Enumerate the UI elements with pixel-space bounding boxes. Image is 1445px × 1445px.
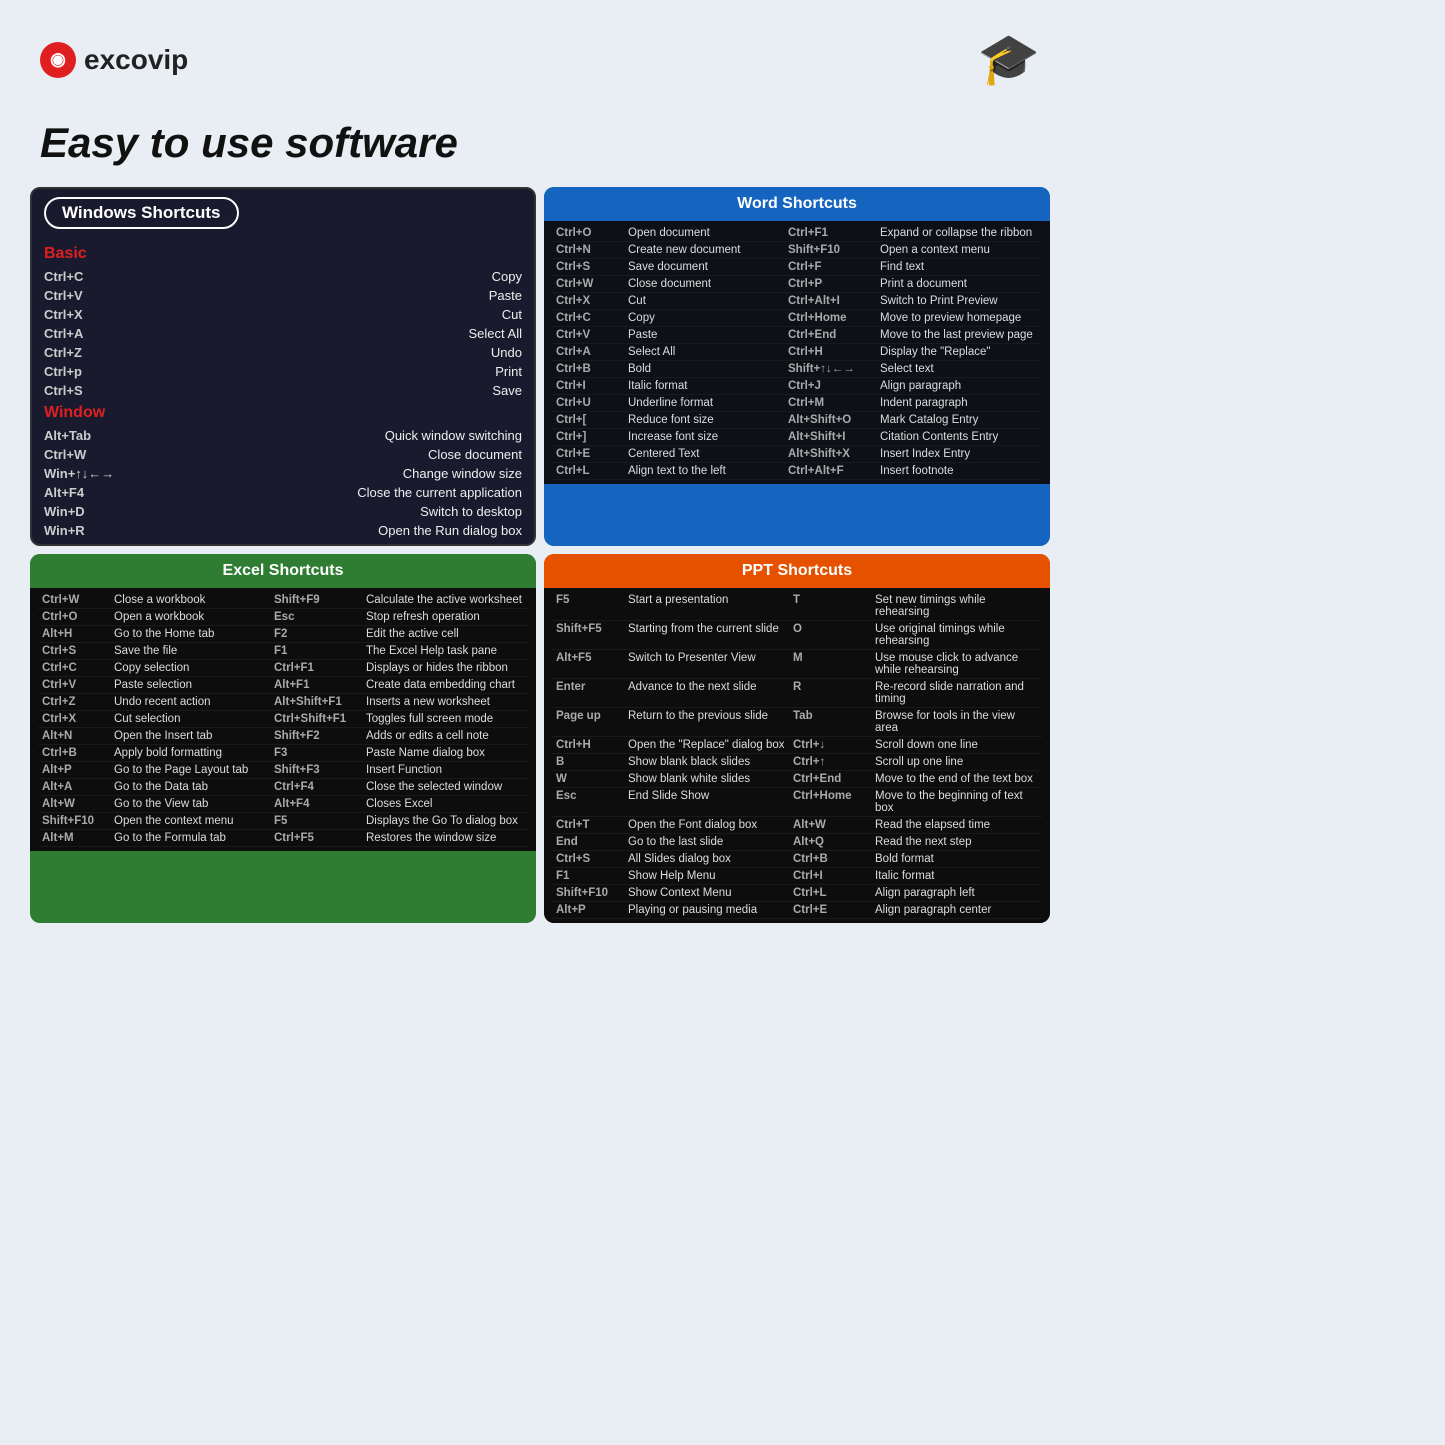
word-right-row: Ctrl+CCopyCtrl+HomeMove to preview homep… [552,310,1042,327]
excel-row: Alt+MGo to the Formula tabCtrl+F5Restore… [38,830,528,847]
ppt-row: Shift+F5Starting from the current slideO… [552,621,1042,650]
shortcut-row: Win+↑↓←→Change window size [32,464,534,483]
ppt-row: EscEnd Slide ShowCtrl+HomeMove to the be… [552,788,1042,817]
word-right-row: Ctrl+UUnderline formatCtrl+MIndent parag… [552,395,1042,412]
shortcut-row: Alt+TabQuick window switching [32,426,534,445]
ppt-row: Ctrl+TOpen the Font dialog boxAlt+WRead … [552,817,1042,834]
excel-row: Ctrl+OOpen a workbookEscStop refresh ope… [38,609,528,626]
word-right-row: Ctrl+BBoldShift+↑↓←→Select text [552,361,1042,378]
excel-panel: Excel Shortcuts Ctrl+WClose a workbookSh… [30,554,536,923]
ppt-row: EnterAdvance to the next slideRRe-record… [552,679,1042,708]
word-right-row: Ctrl+NCreate new documentShift+F10Open a… [552,242,1042,259]
shortcut-row: Win+DSwitch to desktop [32,502,534,521]
shortcut-row: Ctrl+ZUndo [32,343,534,362]
basic-section-header: Basic [32,241,534,267]
ppt-row: Alt+PPlaying or pausing mediaCtrl+EAlign… [552,902,1042,919]
shortcut-row: Ctrl+XCut [32,305,534,324]
tagline: Easy to use software [20,109,1060,187]
ppt-row: BShow blank black slidesCtrl+↑Scroll up … [552,754,1042,771]
word-right-row: Ctrl+LAlign text to the leftCtrl+Alt+FIn… [552,463,1042,480]
word-right-row: Ctrl+]Increase font sizeAlt+Shift+ICitat… [552,429,1042,446]
graduation-icon: 🎓 [978,30,1040,89]
ppt-panel: PPT Shortcuts F5Start a presentationTSet… [544,554,1050,923]
ppt-row: Ctrl+SAll Slides dialog boxCtrl+BBold fo… [552,851,1042,868]
word-right-row: Ctrl+OOpen documentCtrl+F1Expand or coll… [552,225,1042,242]
word-right-header: Word Shortcuts [544,187,1050,221]
excel-header: Excel Shortcuts [30,554,536,588]
excel-row: Ctrl+VPaste selectionAlt+F1Create data e… [38,677,528,694]
header: ◉ excovip 🎓 Easy to use software [20,20,1060,187]
shortcut-row: Ctrl+VPaste [32,286,534,305]
ppt-row: WShow blank white slidesCtrl+EndMove to … [552,771,1042,788]
excel-row: Ctrl+CCopy selectionCtrl+F1Displays or h… [38,660,528,677]
shortcut-row: Ctrl+WClose document [32,445,534,464]
excel-row: Ctrl+XCut selectionCtrl+Shift+F1Toggles … [38,711,528,728]
ppt-row: Ctrl+HOpen the "Replace" dialog boxCtrl+… [552,737,1042,754]
ppt-body: F5Start a presentationTSet new timings w… [544,588,1050,923]
word-right-panel: Word Shortcuts Ctrl+OOpen documentCtrl+F… [544,187,1050,546]
windows-title: Windows Shortcuts [44,197,239,229]
shortcut-row: Alt+F4Close the current application [32,483,534,502]
ppt-row: F5Start a presentationTSet new timings w… [552,592,1042,621]
main-grid: Windows Shortcuts Basic Ctrl+CCopy Ctrl+… [20,187,1060,923]
excel-row: Alt+PGo to the Page Layout tabShift+F3In… [38,762,528,779]
word-right-row: Ctrl+WClose documentCtrl+PPrint a docume… [552,276,1042,293]
word-right-row: Ctrl+VPasteCtrl+EndMove to the last prev… [552,327,1042,344]
ppt-row: F1Show Help MenuCtrl+IItalic format [552,868,1042,885]
windows-panel: Windows Shortcuts Basic Ctrl+CCopy Ctrl+… [30,187,536,546]
window-shortcuts: Alt+TabQuick window switching Ctrl+WClos… [32,426,534,540]
logo-text: excovip [84,44,188,76]
word-right-row: Ctrl+[Reduce font sizeAlt+Shift+OMark Ca… [552,412,1042,429]
ppt-header: PPT Shortcuts [544,554,1050,588]
excel-row: Ctrl+SSave the fileF1The Excel Help task… [38,643,528,660]
word-right-row: Ctrl+SSave documentCtrl+FFind text [552,259,1042,276]
excel-row: Alt+HGo to the Home tabF2Edit the active… [38,626,528,643]
word-right-row: Ctrl+ASelect AllCtrl+HDisplay the "Repla… [552,344,1042,361]
window-section-header: Window [32,400,534,426]
shortcut-row: Ctrl+CCopy [32,267,534,286]
logo: ◉ excovip [40,42,188,78]
shortcut-row: Ctrl+SSave [32,381,534,400]
excel-row: Ctrl+ZUndo recent actionAlt+Shift+F1Inse… [38,694,528,711]
shortcut-row: Win+ROpen the Run dialog box [32,521,534,540]
ppt-row: Shift+F10Show Context MenuCtrl+LAlign pa… [552,885,1042,902]
excel-row: Shift+F10Open the context menuF5Displays… [38,813,528,830]
word-right-row: Ctrl+XCutCtrl+Alt+ISwitch to Print Previ… [552,293,1042,310]
excel-row: Alt+AGo to the Data tabCtrl+F4Close the … [38,779,528,796]
excel-row: Alt+NOpen the Insert tabShift+F2Adds or … [38,728,528,745]
shortcut-row: Ctrl+pPrint [32,362,534,381]
word-right-row: Ctrl+IItalic formatCtrl+JAlign paragraph [552,378,1042,395]
excel-row: Alt+WGo to the View tabAlt+F4Closes Exce… [38,796,528,813]
basic-shortcuts: Ctrl+CCopy Ctrl+VPaste Ctrl+XCut Ctrl+AS… [32,267,534,400]
excel-row: Ctrl+WClose a workbookShift+F9Calculate … [38,592,528,609]
ppt-row: EndGo to the last slideAlt+QRead the nex… [552,834,1042,851]
logo-icon: ◉ [40,42,76,78]
ppt-row: Alt+F5Switch to Presenter ViewMUse mouse… [552,650,1042,679]
shortcut-row: Ctrl+ASelect All [32,324,534,343]
windows-header: Windows Shortcuts [32,189,534,237]
ppt-row: Page upReturn to the previous slideTabBr… [552,708,1042,737]
word-right-row: Ctrl+ECentered TextAlt+Shift+XInsert Ind… [552,446,1042,463]
word-right-body: Ctrl+OOpen documentCtrl+F1Expand or coll… [544,221,1050,484]
excel-body: Ctrl+WClose a workbookShift+F9Calculate … [30,588,536,851]
excel-row: Ctrl+BApply bold formattingF3Paste Name … [38,745,528,762]
